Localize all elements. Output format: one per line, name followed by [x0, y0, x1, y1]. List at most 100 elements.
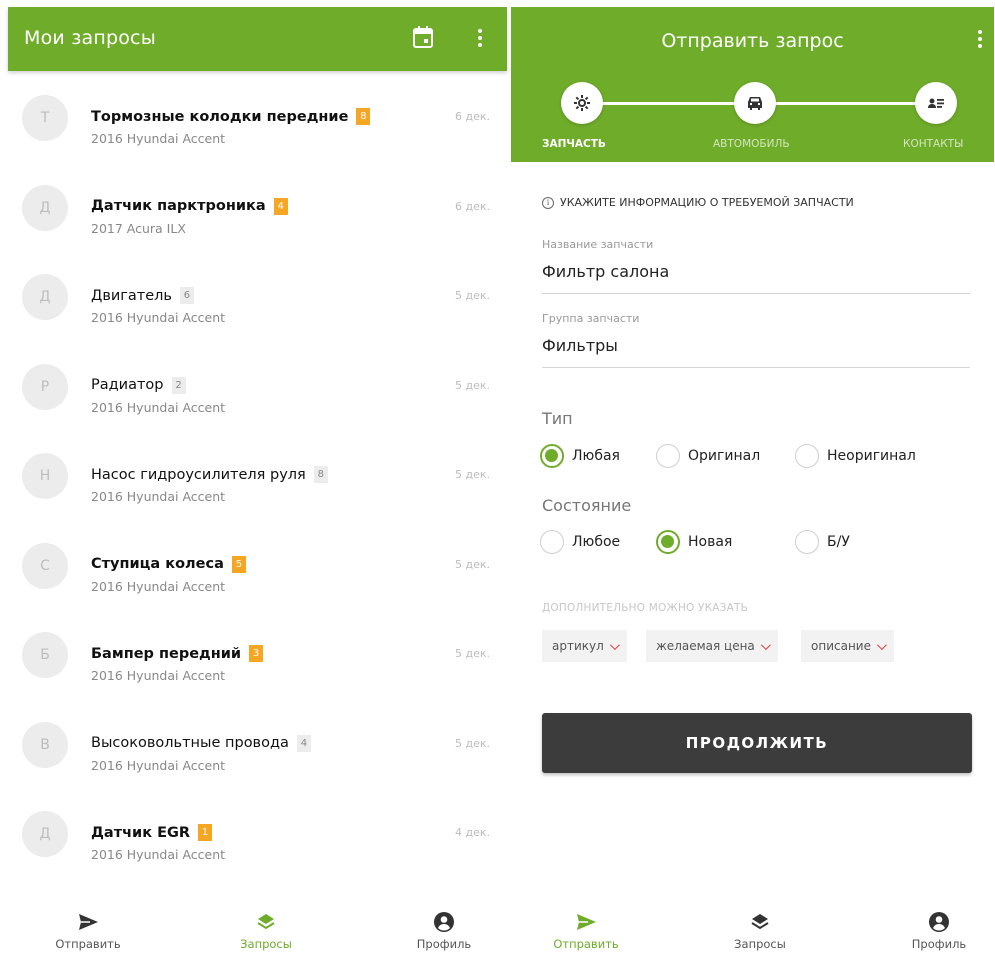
chip-article[interactable]: артикул [542, 630, 627, 662]
request-date: 5 дек. [454, 736, 490, 750]
info-icon: i [542, 196, 554, 209]
request-car: 2016 Hyundai Accent [91, 310, 226, 325]
avatar: Н [22, 453, 68, 499]
request-title: Высоковольтные провода [91, 735, 289, 751]
condition-option-used[interactable]: Б/У [795, 528, 850, 556]
radio-circle[interactable] [656, 530, 680, 554]
request-title: Бампер передний [91, 645, 242, 662]
more-vert-icon[interactable] [977, 28, 983, 50]
bottom-nav: Отправить Запросы Профиль [511, 897, 994, 961]
list-item[interactable]: Д Двигатель 6 2016 Hyundai Accent 5 дек. [8, 250, 507, 339]
nav-item-label: Профиль [911, 937, 967, 951]
nav-item-send[interactable]: Отправить [28, 897, 148, 961]
radio-circle[interactable] [540, 444, 564, 468]
condition-option-any[interactable]: Любое [540, 528, 620, 556]
type-option-any[interactable]: Любая [540, 442, 620, 470]
extra-fields-label: ДОПОЛНИТЕЛЬНО МОЖНО УКАЗАТЬ [542, 602, 749, 614]
avatar: Д [22, 811, 68, 857]
app-bar: Отправить запрос ЗАПЧАСТЬ АВТОМОБИЛЬ КОН… [511, 7, 994, 162]
continue-button[interactable]: ПРОДОЛЖИТЬ [542, 713, 972, 773]
layers-icon [751, 914, 769, 930]
chevron-down-icon [609, 639, 620, 650]
condition-option-new[interactable]: Новая [656, 528, 732, 556]
chevron-down-icon [876, 639, 887, 650]
type-option-non-original[interactable]: Неоригинал [795, 442, 916, 470]
chip-description[interactable]: описание [801, 630, 894, 662]
nav-item-label: Запросы [734, 937, 786, 951]
chip-desired-price[interactable]: желаемая цена [646, 630, 778, 662]
offer-count-badge: 2 [171, 376, 186, 394]
step-contacts[interactable] [915, 82, 957, 124]
chip-label: артикул [552, 639, 604, 653]
request-car: 2016 Hyundai Accent [91, 847, 226, 862]
nav-item-account[interactable]: Профиль [384, 897, 504, 961]
request-car: 2016 Hyundai Accent [91, 399, 226, 415]
nav-item-layers[interactable]: Запросы [700, 897, 820, 961]
request-name: Двигатель 6 [91, 287, 194, 304]
request-date: 5 дек. [454, 557, 490, 571]
chip-label: желаемая цена [656, 639, 755, 653]
hint-text: УКАЖИТЕ ИНФОРМАЦИЮ О ТРЕБУЕМОЙ ЗАПЧАСТИ [560, 196, 854, 209]
radio-label: Б/У [827, 534, 850, 550]
request-title: Двигатель [91, 287, 172, 304]
radio-circle[interactable] [795, 530, 819, 554]
request-date: 5 дек. [454, 647, 490, 660]
requests-screen: Мои запросы Т Тормозные колодки передние 8… [8, 7, 507, 962]
radio-circle[interactable] [795, 444, 819, 468]
list-item[interactable]: С Ступица колеса 5 2016 Hyundai Accent 5 дек… [8, 519, 507, 608]
list-item[interactable]: Т Тормозные колодки передние 8 2016 Hyundai… [8, 71, 507, 160]
list-item[interactable]: Н Насос гидроусилителя руля 8 2016 Hyundai … [8, 429, 507, 518]
list-item[interactable]: В Высоковольтные провода 4 2016 Hyundai Acc… [8, 698, 507, 787]
offer-count-badge: 8 [313, 466, 328, 483]
nav-item-send[interactable]: Отправить [526, 897, 646, 961]
radio-label: Любая [572, 448, 620, 464]
type-option-original[interactable]: Оригинал [656, 442, 760, 470]
form-hint: i УКАЖИТЕ ИНФОРМАЦИЮ О ТРЕБУЕМОЙ ЗАПЧАСТ… [542, 196, 854, 209]
request-title: Насос гидроусилителя руля [91, 466, 306, 483]
part-group-field[interactable]: Группа запчасти Фильтры [542, 312, 970, 368]
request-title: Датчик парктроника [91, 198, 266, 214]
app-bar: Мои запросы [8, 7, 507, 71]
radio-label: Любое [572, 534, 621, 550]
offer-count-badge: 3 [249, 645, 264, 662]
part-name-field[interactable]: Название запчасти Фильтр салона [542, 238, 970, 294]
send-request-screen: Отправить запрос ЗАПЧАСТЬ АВТОМОБИЛЬ КОН… [511, 7, 994, 962]
nav-item-label: Отправить [55, 937, 121, 951]
list-item[interactable]: Б Бампер передний 3 2016 Hyundai Accent 5 де… [8, 608, 507, 697]
step-label-contacts: КОНТАКТЫ [903, 138, 964, 150]
request-title: Датчик EGR [91, 824, 191, 841]
request-title: Радиатор [91, 377, 164, 393]
avatar: Д [22, 184, 68, 231]
step-car[interactable] [734, 82, 776, 124]
request-date: 5 дек. [454, 289, 490, 302]
more-vert-icon[interactable] [477, 27, 483, 49]
request-date: 5 дек. [454, 378, 490, 392]
gear-icon [574, 95, 590, 111]
radio-circle[interactable] [656, 444, 680, 468]
car-icon [748, 97, 762, 110]
screen-title: Мои запросы [24, 27, 156, 49]
part-name-label: Название запчасти [542, 238, 654, 251]
bottom-nav: Отправить Запросы Профиль [8, 897, 507, 961]
request-title: Ступица колеса [91, 556, 224, 572]
avatar: Б [22, 632, 68, 678]
list-item[interactable]: Р Радиатор 2 2016 Hyundai Accent 5 дек. [8, 340, 507, 429]
step-label-car: АВТОМОБИЛЬ [713, 138, 790, 150]
request-name: Датчик парктроника 4 [91, 197, 288, 215]
list-item[interactable]: Д Датчик парктроника 4 2017 Acura ILX 6 дек. [8, 161, 507, 250]
step-part[interactable] [561, 82, 603, 124]
screen-title: Отправить запрос [661, 30, 844, 52]
radio-circle[interactable] [540, 530, 564, 554]
part-group-value[interactable]: Фильтры [542, 336, 618, 355]
nav-item-account[interactable]: Профиль [879, 897, 995, 961]
request-car: 2016 Hyundai Accent [91, 757, 226, 773]
request-name: Тормозные колодки передние 8 [91, 108, 371, 125]
radio-label: Оригинал [688, 448, 761, 464]
part-name-value[interactable]: Фильтр салона [542, 262, 669, 281]
list-item[interactable]: Д Датчик EGR 1 2016 Hyundai Accent 4 дек. [8, 787, 507, 876]
calendar-icon[interactable] [413, 26, 433, 48]
send-icon [79, 914, 98, 930]
contacts-icon [928, 98, 944, 108]
part-group-label: Группа запчасти [542, 312, 640, 325]
nav-item-layers[interactable]: Запросы [206, 897, 326, 961]
